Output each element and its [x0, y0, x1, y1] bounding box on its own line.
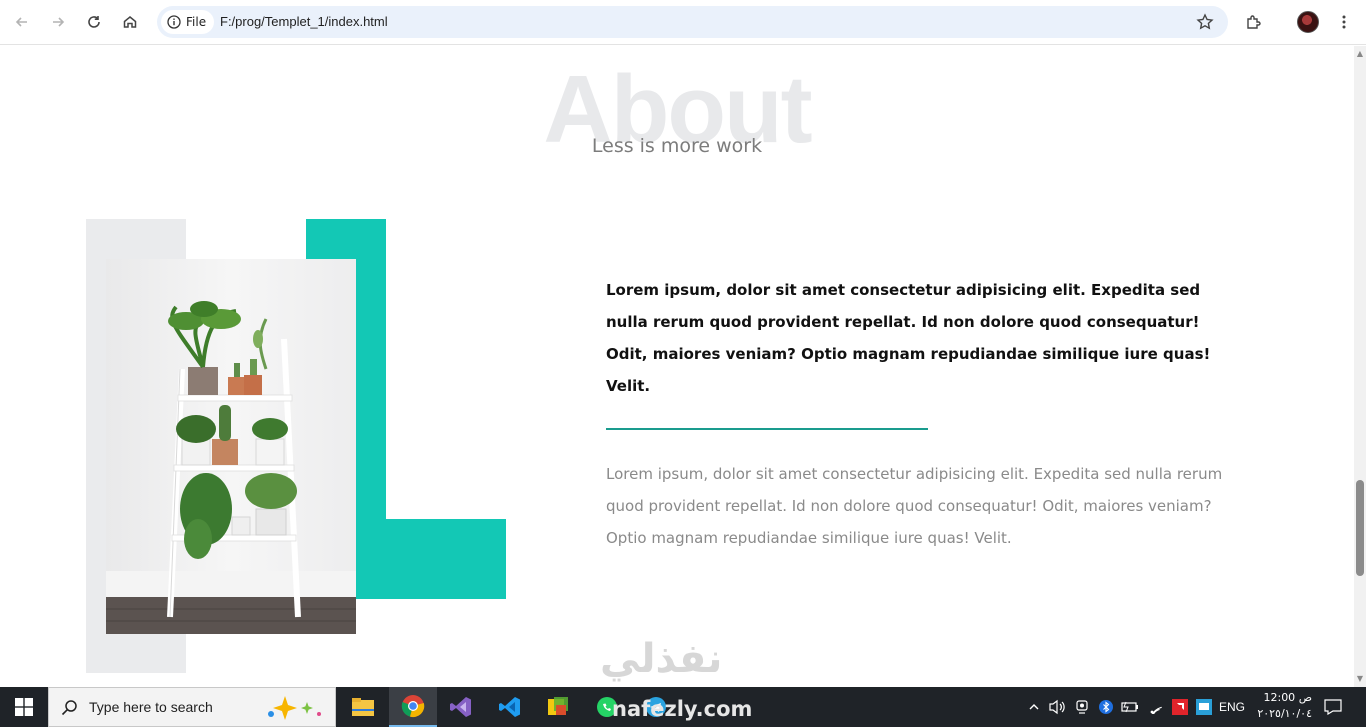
taskbar-chrome[interactable]	[389, 687, 437, 727]
wifi-icon	[1149, 706, 1162, 714]
arrow-left-icon	[15, 17, 27, 27]
clock-date: ٢٠٢٥/١٠/٠٤	[1257, 707, 1312, 720]
address-bar[interactable]: File F:/prog/Templet_1/index.html	[157, 6, 1228, 38]
taskbar-sticky-app[interactable]	[534, 687, 582, 727]
taskbar-visual-studio[interactable]	[437, 687, 485, 727]
tray-notifications[interactable]	[1320, 687, 1346, 727]
tray-wifi[interactable]	[1146, 687, 1166, 727]
tray-monitor-app[interactable]	[1194, 687, 1214, 727]
sticky-app-icon	[548, 697, 568, 715]
puzzle-icon	[1247, 15, 1261, 29]
browser-toolbar: File F:/prog/Templet_1/index.html	[0, 0, 1366, 45]
arrow-right-icon	[53, 17, 65, 27]
amd-icon	[1172, 699, 1188, 715]
section-subtitle: Less is more work	[591, 135, 763, 157]
windows-taskbar: Type here to search nafezly.com ENG 12:0…	[0, 687, 1366, 727]
tray-amd[interactable]	[1170, 687, 1190, 727]
section-divider	[606, 428, 928, 430]
vscode-icon	[499, 697, 520, 717]
decor-teal-fill	[356, 259, 386, 519]
search-placeholder: Type here to search	[89, 699, 213, 715]
tray-clock[interactable]: 12:00 ص ٢٠٢٥/١٠/٠٤	[1252, 690, 1312, 722]
sparkle-icon	[268, 696, 321, 720]
search-icon	[61, 700, 77, 716]
taskbar-search-box[interactable]: Type here to search	[48, 687, 336, 727]
forward-button[interactable]	[44, 8, 72, 36]
monitor-app-icon	[1196, 699, 1212, 715]
kebab-menu-icon	[1342, 15, 1346, 29]
back-button[interactable]	[8, 8, 36, 36]
info-icon	[167, 15, 181, 29]
vertical-scrollbar[interactable]: ▲ ▼	[1354, 46, 1366, 687]
windows-logo-icon	[15, 698, 33, 716]
profile-avatar[interactable]	[1297, 11, 1319, 33]
battery-icon	[1121, 701, 1138, 713]
reload-button[interactable]	[80, 8, 108, 36]
tray-show-hidden[interactable]	[1024, 687, 1044, 727]
chrome-icon	[401, 695, 425, 718]
visual-studio-icon	[450, 697, 471, 717]
bookmark-button[interactable]	[1196, 13, 1214, 35]
scroll-up-icon[interactable]: ▲	[1356, 50, 1364, 58]
watermark-latin: nafezly.com	[612, 697, 753, 721]
lead-paragraph: Lorem ipsum, dolor sit amet consectetur …	[606, 281, 1211, 395]
clock-time: 12:00 ص	[1263, 691, 1312, 704]
plant-shelf-image	[106, 259, 356, 634]
tray-bluetooth[interactable]	[1096, 687, 1116, 727]
body-paragraph: Lorem ipsum, dolor sit amet consectetur …	[606, 465, 1223, 547]
page-viewport: About Less is more work Lorem ipsum, dol…	[0, 46, 1354, 687]
speaker-icon	[1049, 699, 1065, 715]
home-button[interactable]	[116, 8, 144, 36]
extensions-button[interactable]	[1240, 8, 1268, 36]
scrollbar-thumb[interactable]	[1356, 480, 1364, 576]
tray-volume[interactable]	[1046, 687, 1068, 727]
tray-battery[interactable]	[1120, 687, 1140, 727]
notification-icon	[1324, 699, 1342, 715]
taskbar-vscode[interactable]	[486, 687, 534, 727]
taskbar-file-explorer[interactable]	[339, 687, 387, 727]
site-chip-label: File	[186, 15, 207, 29]
tray-camera[interactable]	[1072, 687, 1092, 727]
site-info-chip[interactable]: File	[161, 10, 215, 34]
url-text[interactable]: F:/prog/Templet_1/index.html	[220, 14, 388, 29]
decor-teal-horizontal	[356, 519, 506, 599]
watermark-arabic: نفذلي	[600, 636, 723, 682]
bluetooth-icon	[1099, 700, 1113, 714]
start-button[interactable]	[0, 687, 48, 727]
chevron-up-icon	[1029, 704, 1039, 710]
webcam-icon	[1076, 700, 1088, 714]
menu-button[interactable]	[1330, 8, 1358, 36]
home-icon	[123, 16, 137, 28]
file-explorer-icon	[352, 698, 374, 716]
tray-language[interactable]: ENG	[1216, 687, 1248, 727]
reload-icon	[88, 16, 100, 28]
star-icon	[1196, 13, 1214, 30]
scroll-down-icon[interactable]: ▼	[1356, 675, 1364, 683]
